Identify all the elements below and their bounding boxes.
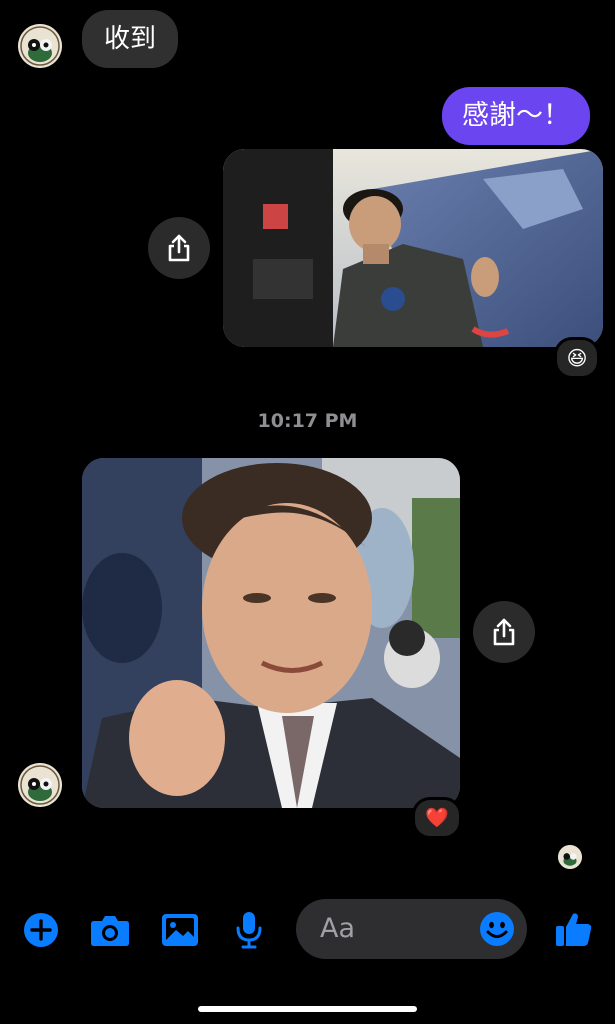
sent-photo-cockpit[interactable] <box>223 149 603 347</box>
gallery-button[interactable] <box>158 909 202 951</box>
composer-placeholder: Aa <box>320 913 356 944</box>
like-button[interactable] <box>552 907 596 951</box>
contact-avatar[interactable] <box>18 763 62 807</box>
laughing-emoji: 😆 <box>566 346 588 370</box>
emoji-icon <box>480 912 514 946</box>
heart-emoji: ❤️ <box>425 806 449 829</box>
share-icon <box>493 618 515 646</box>
share-button[interactable] <box>473 601 535 663</box>
reaction-badge-laugh[interactable]: 😆 <box>554 337 600 379</box>
camera-button[interactable] <box>88 909 132 951</box>
message-composer[interactable]: Aa <box>296 899 527 959</box>
outgoing-message-bubble[interactable]: 感謝～！ <box>442 87 590 145</box>
home-indicator <box>198 1006 417 1012</box>
add-button[interactable] <box>20 909 62 951</box>
incoming-message-bubble[interactable]: 收到 <box>82 10 179 68</box>
share-button[interactable] <box>148 217 210 279</box>
image-icon <box>162 914 198 946</box>
reaction-badge-heart[interactable]: ❤️ <box>412 797 462 839</box>
microphone-button[interactable] <box>228 909 270 951</box>
message-timestamp: 10:17 PM <box>257 410 358 432</box>
received-photo-portrait[interactable] <box>82 458 460 808</box>
emoji-button[interactable] <box>478 910 516 948</box>
microphone-icon <box>236 912 262 949</box>
plus-circle-icon <box>24 913 58 947</box>
thumbs-up-icon <box>556 913 592 946</box>
share-icon <box>168 234 190 262</box>
read-receipt-avatar <box>558 845 582 869</box>
camera-icon <box>91 916 129 946</box>
contact-avatar[interactable] <box>18 24 62 68</box>
